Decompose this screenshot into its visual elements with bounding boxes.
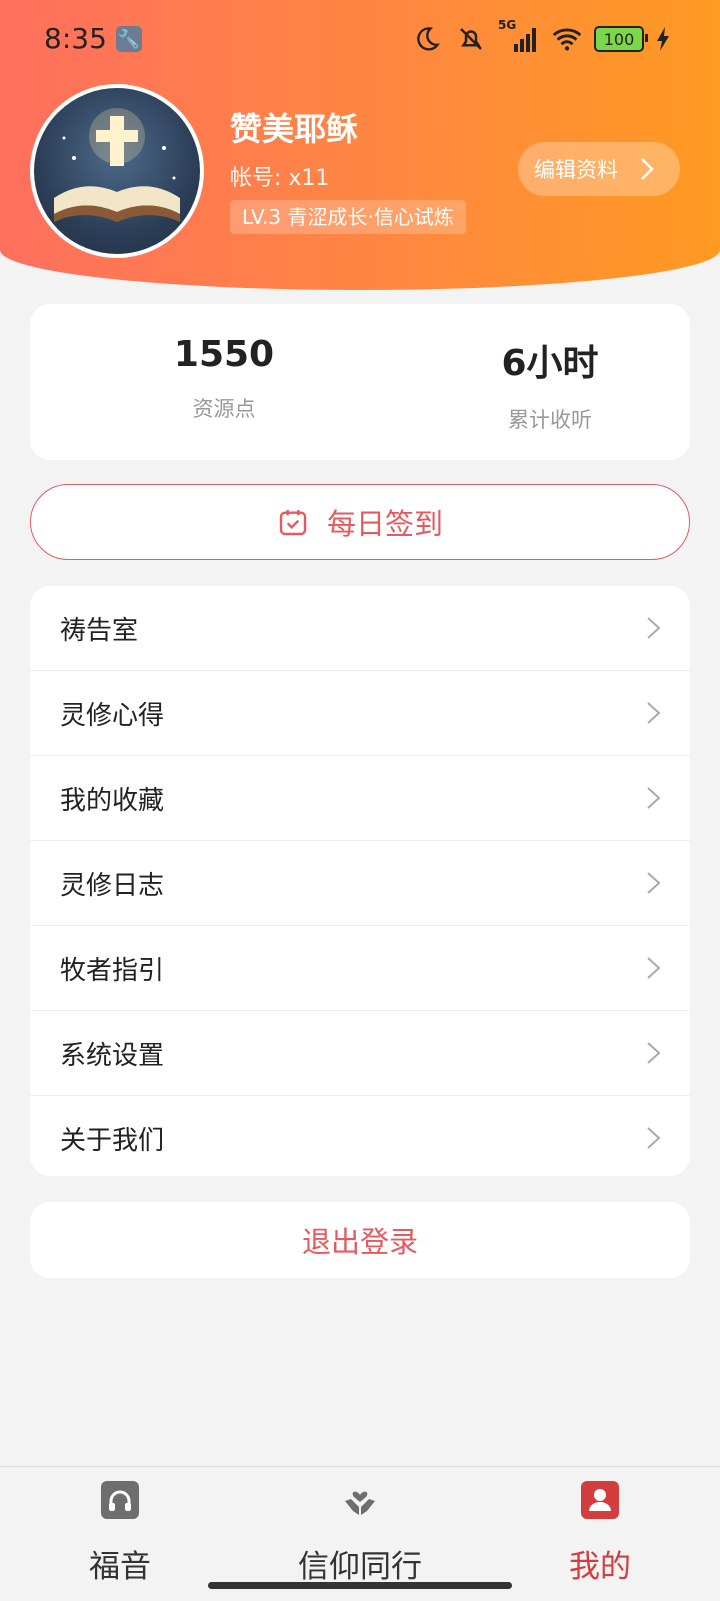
edit-profile-label: 编辑资料 [534,158,618,182]
user-profile-icon [581,1481,619,1519]
avatar[interactable] [30,84,204,258]
profile-name: 赞美耶稣 [230,110,359,148]
daily-checkin-button[interactable]: 每日签到 [30,484,690,560]
wifi-icon [550,22,584,56]
menu-item-devotion-notes[interactable]: 灵修心得 [30,671,690,756]
tab-label: 信仰同行 [298,1549,422,1585]
tab-faith-together[interactable]: 信仰同行 [260,1481,460,1586]
menu-item-prayer-room[interactable]: 祷告室 [30,586,690,671]
battery-level: 100 [603,29,635,49]
menu-item-about-us[interactable]: 关于我们 [30,1096,690,1176]
stat-value: 6小时 [501,343,599,384]
logout-button[interactable]: 退出登录 [30,1202,690,1278]
chevron-right-icon [647,617,661,639]
chevron-right-icon [647,787,661,809]
hands-heart-icon [341,1481,379,1519]
home-indicator[interactable] [208,1582,512,1589]
menu-list: 祷告室 灵修心得 我的收藏 灵修日志 牧者指引 系统设置 关于我们 [30,586,690,1176]
menu-item-label: 祷告室 [60,615,139,646]
menu-item-devotion-journal[interactable]: 灵修日志 [30,841,690,926]
menu-item-label: 灵修心得 [60,700,165,731]
menu-item-favorites[interactable]: 我的收藏 [30,756,690,841]
stat-label: 累计收听 [508,408,592,432]
signal-icon: 5G [498,18,540,56]
status-icons: 5G 100 [410,18,672,56]
stats-card: 1550 资源点 6小时 累计收听 [30,304,690,460]
logout-label: 退出登录 [301,1225,418,1259]
chevron-right-icon [641,158,654,180]
chevron-right-icon [647,1042,661,1064]
menu-item-system-settings[interactable]: 系统设置 [30,1011,690,1096]
bottom-tab-bar: 福音 信仰同行 我的 [0,1466,720,1601]
mute-icon [454,22,488,56]
tab-label: 福音 [89,1549,151,1585]
stat-label: 资源点 [192,397,256,421]
tab-mine[interactable]: 我的 [500,1481,700,1586]
stat-value: 1550 [173,334,275,375]
chevron-right-icon [647,872,661,894]
moon-icon [410,22,444,56]
status-time: 8:35 [44,22,107,55]
stat-listening-time[interactable]: 6小时 累计收听 [450,334,650,434]
menu-item-label: 系统设置 [60,1040,165,1071]
chevron-right-icon [647,1127,661,1149]
profile-account: 帐号: x11 [230,166,330,191]
calendar-check-icon [279,510,307,536]
network-label: 5G [498,18,517,32]
stat-resource-points[interactable]: 1550 资源点 [124,334,324,423]
tab-gospel[interactable]: 福音 [20,1481,220,1586]
level-badge: LV.3 青涩成长·信心试炼 [230,200,466,234]
charging-icon [654,22,672,56]
menu-item-label: 关于我们 [60,1125,165,1156]
edit-profile-button[interactable]: 编辑资料 [518,142,680,196]
menu-item-label: 牧者指引 [60,955,165,986]
daily-checkin-label: 每日签到 [326,507,443,541]
chevron-right-icon [647,702,661,724]
battery-icon: 100 [594,26,648,52]
menu-item-label: 我的收藏 [60,785,165,816]
tab-label: 我的 [569,1549,631,1585]
chevron-right-icon [647,957,661,979]
wrench-icon: 🔧 [116,26,142,52]
menu-item-label: 灵修日志 [60,870,165,901]
status-bar: 8:35 🔧 5G 100 [0,0,720,78]
menu-item-pastor-guidance[interactable]: 牧者指引 [30,926,690,1011]
headphones-icon [101,1481,139,1519]
